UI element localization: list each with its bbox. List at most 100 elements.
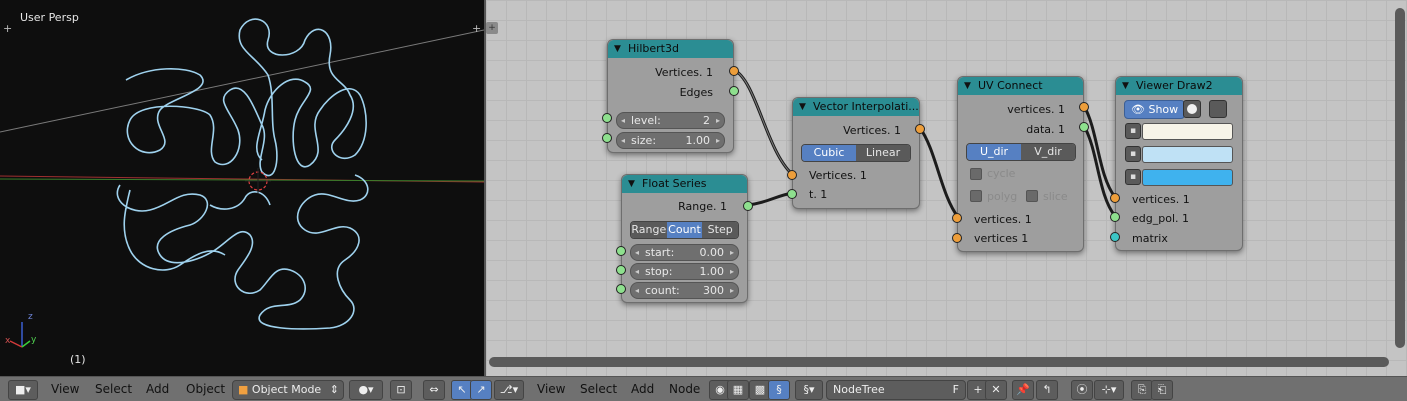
paste-nodes-icon[interactable]: ⎗ [1151,380,1173,400]
editor-type-node-icon[interactable]: ⎇▾ [494,380,524,400]
output-vertices-label: Vertices. 1 [843,124,901,137]
header-bar: ■▾ View Select Add Object ■ Object Mode … [0,376,1407,401]
face-color-swatch[interactable] [1142,169,1233,186]
mode-v-dir[interactable]: V_dir [1021,144,1075,160]
menu-node-view[interactable]: View [537,377,565,401]
socket-viewer-edg-pol[interactable] [1110,212,1120,222]
sphere-icon [1187,104,1197,114]
slice-checkbox[interactable] [1026,190,1038,202]
node-editor[interactable]: + ▼ Hilbert3d Vertices. 1 Edges ◂ level: 2 ▸… [486,0,1407,376]
node-vector-interpolation[interactable]: ▼ Vector Interpolati... Vertices. 1 Cubic… [792,97,920,209]
mode-range[interactable]: Range [631,222,667,238]
collapse-triangle-icon[interactable]: ▼ [614,40,621,58]
start-field[interactable]: ◂ start: 0.00 ▸ [630,244,739,261]
polyg-checkbox[interactable] [970,190,982,202]
menu-object[interactable]: Object [186,377,225,401]
node-viewer-draw[interactable]: ▼ Viewer Draw2 👁 Show ▪ ▪ ▪ vertices. 1 e… [1115,76,1243,251]
socket-float-range[interactable] [743,201,753,211]
mode-cubic[interactable]: Cubic [802,145,856,161]
node-header[interactable]: ▼ Float Series [622,175,747,193]
edge-color-swatch[interactable] [1142,146,1233,163]
corner-plus-icon[interactable]: + [3,22,12,35]
collapse-triangle-icon[interactable]: ▼ [964,77,971,95]
editor-type-3d-view-icon[interactable]: ■▾ [8,380,38,400]
mode-step[interactable]: Step [702,222,738,238]
horizontal-scrollbar[interactable] [489,357,1389,367]
size-field[interactable]: ◂ size: 1.00 ▸ [616,132,725,149]
node-header[interactable]: ▼ Hilbert3d [608,40,733,58]
pin-icon[interactable]: 📌 [1012,380,1034,400]
collapse-triangle-icon[interactable]: ▼ [1122,77,1129,95]
node-title: Float Series [642,177,707,190]
node-tree-name-field[interactable]: NodeTree F [826,380,966,400]
sverchok-tree-icon[interactable]: § [768,380,790,400]
socket-hilbert-edges[interactable] [729,86,739,96]
float-series-mode-selector[interactable]: Range Count Step [630,221,739,239]
socket-float-start[interactable] [616,246,626,256]
chevron-down-icon: ⇕ [329,383,339,396]
mode-linear[interactable]: Linear [856,145,910,161]
rotate-manipulator-icon[interactable]: ↗ [470,380,492,400]
pivot-point-icon[interactable]: ⊡ [390,380,412,400]
axis-y-label: y [31,335,37,345]
collapse-triangle-icon[interactable]: ▼ [799,98,806,116]
output-vertices-label: Vertices. 1 [655,66,713,79]
3d-viewport[interactable]: User Persp + + z x y (1) [0,0,484,376]
mode-count[interactable]: Count [666,222,703,238]
interpolation-mode-selector[interactable]: Cubic Linear [801,144,911,162]
texture-tree-icon[interactable]: ▦ [727,380,749,400]
stop-field[interactable]: ◂ stop: 1.00 ▸ [630,263,739,280]
node-header[interactable]: ▼ Viewer Draw2 [1116,77,1242,95]
socket-interp-out-vertices[interactable] [915,124,925,134]
snap-element-icon[interactable]: ⊹▾ [1094,380,1124,400]
level-field[interactable]: ◂ level: 2 ▸ [616,112,725,129]
socket-viewer-vertices[interactable] [1110,193,1120,203]
socket-uv-in-vertices1[interactable] [952,213,962,223]
flat-shading-button[interactable] [1209,100,1227,118]
viewport-shading-icon[interactable]: ●▾ [349,380,383,400]
socket-uv-out-vertices[interactable] [1079,102,1089,112]
node-header[interactable]: ▼ Vector Interpolati... [793,98,919,116]
node-float-series[interactable]: ▼ Float Series Range. 1 Range Count Step … [621,174,748,303]
uv-direction-selector[interactable]: U_dir V_dir [966,143,1076,161]
socket-uv-in-vertices2[interactable] [952,233,962,243]
socket-float-stop[interactable] [616,265,626,275]
parent-tree-icon[interactable]: ↰ [1036,380,1058,400]
socket-hilbert-vertices[interactable] [729,66,739,76]
mode-selector[interactable]: ■ Object Mode ⇕ [232,380,344,400]
socket-interp-in-t[interactable] [787,189,797,199]
snap-toggle-icon[interactable]: ⦿ [1071,380,1093,400]
show-toggle-button[interactable]: 👁 Show [1124,100,1186,119]
node-uv-connect[interactable]: ▼ UV Connect vertices. 1 data. 1 U_dir V_… [957,76,1084,252]
node-header[interactable]: ▼ UV Connect [958,77,1083,95]
close-icon[interactable]: ✕ [985,380,1007,400]
collapse-triangle-icon[interactable]: ▼ [628,175,635,193]
menu-select[interactable]: Select [95,377,132,401]
count-field[interactable]: ◂ count: 300 ▸ [630,282,739,299]
vertical-scrollbar[interactable] [1395,8,1405,348]
socket-interp-in-vertices[interactable] [787,170,797,180]
cube-icon: ■ [238,383,249,396]
socket-hilbert-level[interactable] [602,113,612,123]
transform-manipulator-icon[interactable]: ⇔ [423,380,445,400]
node-tree-browse-icon[interactable]: §▾ [795,380,823,400]
socket-viewer-matrix[interactable] [1110,232,1120,242]
menu-node[interactable]: Node [669,377,700,401]
copy-nodes-icon[interactable]: ⎘ [1131,380,1153,400]
sphere-shading-button[interactable] [1183,100,1201,118]
link [733,68,794,176]
node-hilbert3d[interactable]: ▼ Hilbert3d Vertices. 1 Edges ◂ level: 2 ▸ ◂… [607,39,734,153]
socket-hilbert-size[interactable] [602,133,612,143]
menu-node-add[interactable]: Add [631,377,654,401]
socket-float-count[interactable] [616,284,626,294]
corner-plus-icon[interactable]: + [472,22,481,35]
fake-user-toggle[interactable]: F [953,381,959,399]
menu-node-select[interactable]: Select [580,377,617,401]
cycle-checkbox[interactable] [970,168,982,180]
input-vertices-label: Vertices. 1 [809,169,867,182]
socket-uv-out-data[interactable] [1079,122,1089,132]
menu-view[interactable]: View [51,377,79,401]
vertex-color-swatch[interactable] [1142,123,1233,140]
mode-u-dir[interactable]: U_dir [967,144,1021,160]
menu-add[interactable]: Add [146,377,169,401]
